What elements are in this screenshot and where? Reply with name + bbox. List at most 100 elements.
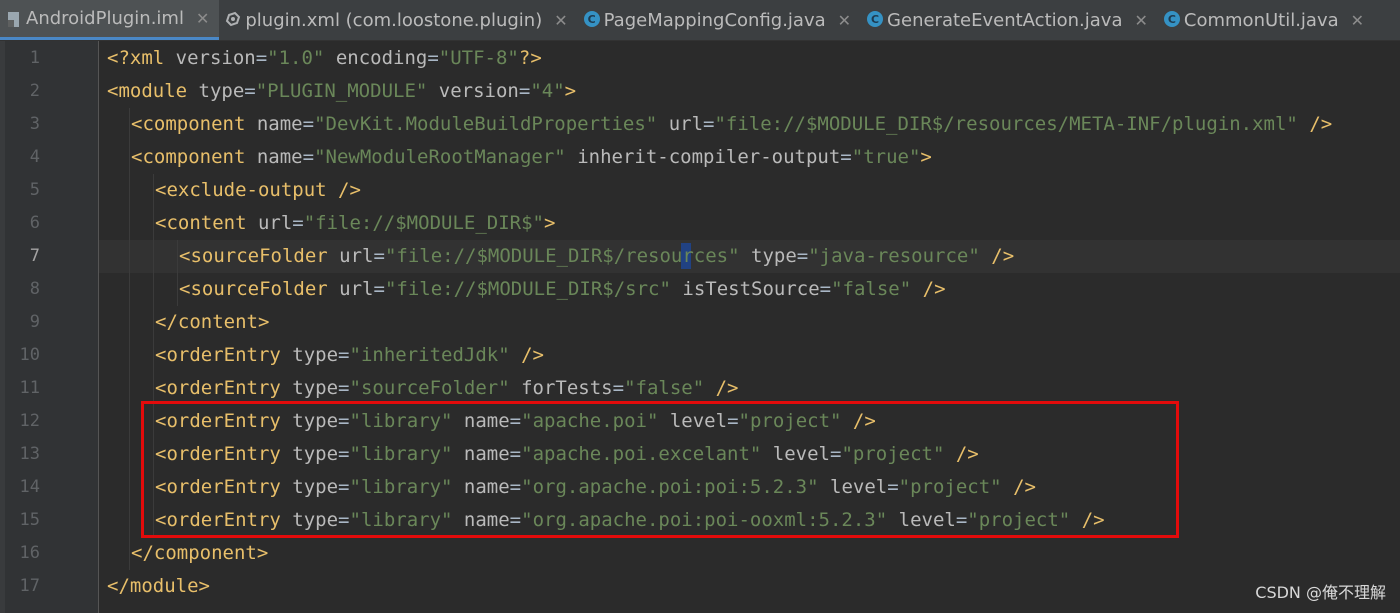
token-tag: <orderEntry	[155, 410, 293, 432]
token-val: "file://$MODULE_DIR$/resources/META-INF/…	[714, 113, 1298, 135]
code-line[interactable]: </content>	[99, 306, 1400, 339]
line-number: 3	[29, 114, 40, 134]
code-line[interactable]: <module type="PLUGIN_MODULE" version="4"…	[99, 75, 1400, 108]
close-icon[interactable]: ✕	[1135, 11, 1148, 30]
code-text: <component name="NewModuleRootManager" i…	[131, 141, 932, 174]
line-number: 2	[29, 81, 40, 101]
token-plain: =	[373, 245, 385, 267]
token-val: "library"	[349, 509, 453, 531]
token-plain: =	[244, 80, 256, 102]
tab-commonutil-java[interactable]: C CommonUtil.java ✕	[1158, 0, 1374, 40]
indent-guide	[129, 504, 130, 537]
indent-guide	[129, 273, 130, 306]
token-plain: =	[509, 410, 522, 432]
tab-plugin-xml-com-loostone-plugin[interactable]: plugin.xml (com.loostone.plugin) ✕	[219, 0, 577, 40]
indent-guide	[153, 405, 154, 438]
token-val: "sourceFolder"	[349, 377, 510, 399]
code-line[interactable]: <exclude-output />	[99, 174, 1400, 207]
java-class-icon: C	[583, 11, 600, 27]
code-line[interactable]: <orderEntry type="sourceFolder" forTests…	[99, 372, 1400, 405]
code-line[interactable]: <orderEntry type="library" name="apache.…	[99, 438, 1400, 471]
close-icon[interactable]: ✕	[838, 11, 851, 30]
indent-guide	[153, 504, 154, 537]
token-plain: =	[338, 377, 350, 399]
line-number: 14	[19, 477, 40, 497]
token-plain: =	[338, 509, 350, 531]
token-plain: =	[830, 443, 842, 465]
token-val: "UTF-8"	[438, 47, 519, 69]
close-icon[interactable]: ✕	[196, 9, 209, 28]
code-line[interactable]: <orderEntry type="library" name="apache.…	[99, 405, 1400, 438]
token-tag: <exclude-output	[155, 179, 339, 201]
token-attr: isTestSource	[682, 278, 820, 300]
token-tag: >	[564, 80, 577, 102]
code-line[interactable]: <sourceFolder url="file://$MODULE_DIR$/s…	[99, 273, 1400, 306]
token-tag: />	[715, 377, 739, 399]
close-icon[interactable]: ✕	[554, 11, 567, 30]
code-line[interactable]: <component name="NewModuleRootManager" i…	[99, 141, 1400, 174]
indent-guide	[153, 438, 154, 471]
code-line[interactable]: </component>	[99, 537, 1400, 570]
token-attr: name	[463, 443, 510, 465]
token-plain: =	[292, 212, 304, 234]
indent-guide	[129, 405, 130, 438]
token-tag: <orderEntry	[155, 509, 293, 531]
token-tag: <sourceFolder	[179, 278, 340, 300]
token-plain: =	[302, 146, 315, 168]
token-val: "file://$MODULE_DIR$"	[303, 212, 544, 234]
code-line[interactable]: <orderEntry type="library" name="org.apa…	[99, 504, 1400, 537]
code-line[interactable]: <orderEntry type="inheritedJdk" />	[99, 339, 1400, 372]
line-number: 6	[29, 213, 40, 233]
line-number: 17	[19, 576, 40, 596]
line-number: 9	[29, 312, 40, 332]
tab-generateeventaction-java[interactable]: C GenerateEventAction.java ✕	[861, 0, 1158, 40]
code-line[interactable]: <sourceFolder url="file://$MODULE_DIR$/r…	[99, 240, 1400, 273]
token-tag: />	[521, 344, 544, 366]
tab-label: AndroidPlugin.iml	[26, 8, 184, 29]
line-number: 15	[19, 510, 40, 530]
token-attr: name	[463, 476, 510, 498]
line-number: 10	[19, 345, 40, 365]
tab-androidplugin-iml[interactable]: AndroidPlugin.iml ✕	[0, 0, 220, 40]
token-attr: name	[463, 410, 510, 432]
token-tag: <component	[131, 113, 257, 135]
tab-pagemappingconfig-java[interactable]: C PageMappingConfig.java ✕	[578, 0, 861, 40]
token-val: "project"	[967, 509, 1071, 531]
indent-guide	[153, 471, 154, 504]
line-number-gutter: 1 2 3 4 5 6 7 8 9 10 11 12 13 14 15 16 17	[0, 41, 99, 613]
code-line[interactable]: <orderEntry type="library" name="org.apa…	[99, 471, 1400, 504]
token-attr: encoding	[335, 47, 428, 69]
class-letter: C	[1163, 11, 1180, 27]
indent-guide	[153, 372, 154, 405]
token-plain: =	[338, 410, 350, 432]
token-plain: =	[819, 278, 832, 300]
token-attr: url	[257, 212, 293, 234]
close-icon[interactable]: ✕	[1351, 11, 1364, 30]
token-tag: />	[1309, 113, 1333, 135]
token-tag: <module	[107, 80, 199, 102]
indent-guide	[153, 240, 154, 273]
code-line[interactable]: <content url="file://$MODULE_DIR$">	[99, 207, 1400, 240]
token-attr: url	[668, 113, 704, 135]
code-line[interactable]: </module>	[99, 570, 1400, 603]
token-attr: inherit-compiler-output	[577, 146, 841, 168]
token-attr: type	[198, 80, 245, 102]
code-editor[interactable]: <?xml version="1.0" encoding="UTF-8"?> <m…	[99, 41, 1400, 613]
code-text: <content url="file://$MODULE_DIR$">	[155, 207, 555, 240]
token-attr: name	[463, 509, 510, 531]
code-line[interactable]: <component name="DevKit.ModuleBuildPrope…	[99, 108, 1400, 141]
token-plain: =	[703, 113, 715, 135]
indent-guide	[129, 471, 130, 504]
token-attr: type	[751, 245, 797, 267]
token-tag: >	[543, 212, 556, 234]
code-line[interactable]: <?xml version="1.0" encoding="UTF-8"?>	[99, 42, 1400, 75]
indent-guide	[129, 141, 130, 174]
